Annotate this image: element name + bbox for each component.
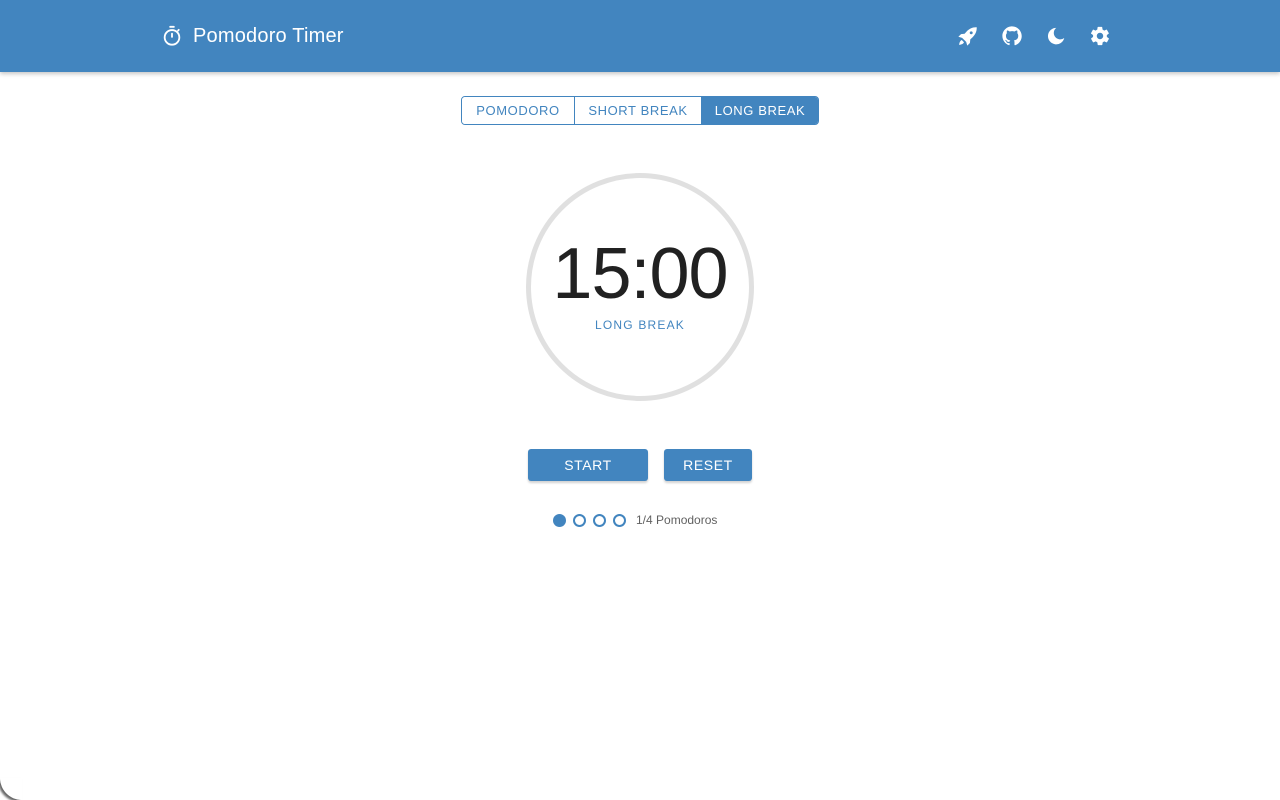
start-button[interactable]: START [528,449,648,481]
pomodoro-app: Pomodoro Timer POMODORO SHORT BREAK LONG… [0,0,1280,800]
brand: Pomodoro Timer [161,22,344,50]
dark-mode-button[interactable] [1040,20,1072,52]
tab-pomodoro[interactable]: POMODORO [462,97,574,124]
github-icon [1002,26,1022,46]
rocket-button[interactable] [952,20,984,52]
timer-time: 15:00 [552,234,728,314]
pomodoro-dot-pending [613,513,626,527]
timer-controls: START RESET [528,449,752,481]
pomodoro-dot-complete [553,513,566,527]
tab-short-break[interactable]: SHORT BREAK [574,97,701,124]
pomodoro-count: 1/4 Pomodoros [636,513,718,527]
pomodoro-dot-pending [573,513,586,527]
mode-tabs: POMODORO SHORT BREAK LONG BREAK [461,96,819,125]
reset-button[interactable]: RESET [664,449,752,481]
timer-icon [161,25,183,47]
tab-long-break[interactable]: LONG BREAK [701,97,818,124]
settings-icon [1090,26,1109,46]
timer-display: 15:00 LONG BREAK [525,172,755,402]
pomodoro-dot-pending [593,513,606,527]
github-button[interactable] [996,20,1028,52]
header-actions [952,20,1116,52]
settings-button[interactable] [1084,20,1116,52]
app-title: Pomodoro Timer [193,24,344,47]
timer-mode-label: LONG BREAK [594,318,686,332]
dark-mode-icon [1047,27,1065,45]
rocket-icon [958,27,977,46]
pomodoro-progress: 1/4 Pomodoros [553,512,717,528]
window-corner [0,778,22,800]
pomodoro-dots [553,513,633,527]
top-app-bar: Pomodoro Timer [0,0,1280,72]
